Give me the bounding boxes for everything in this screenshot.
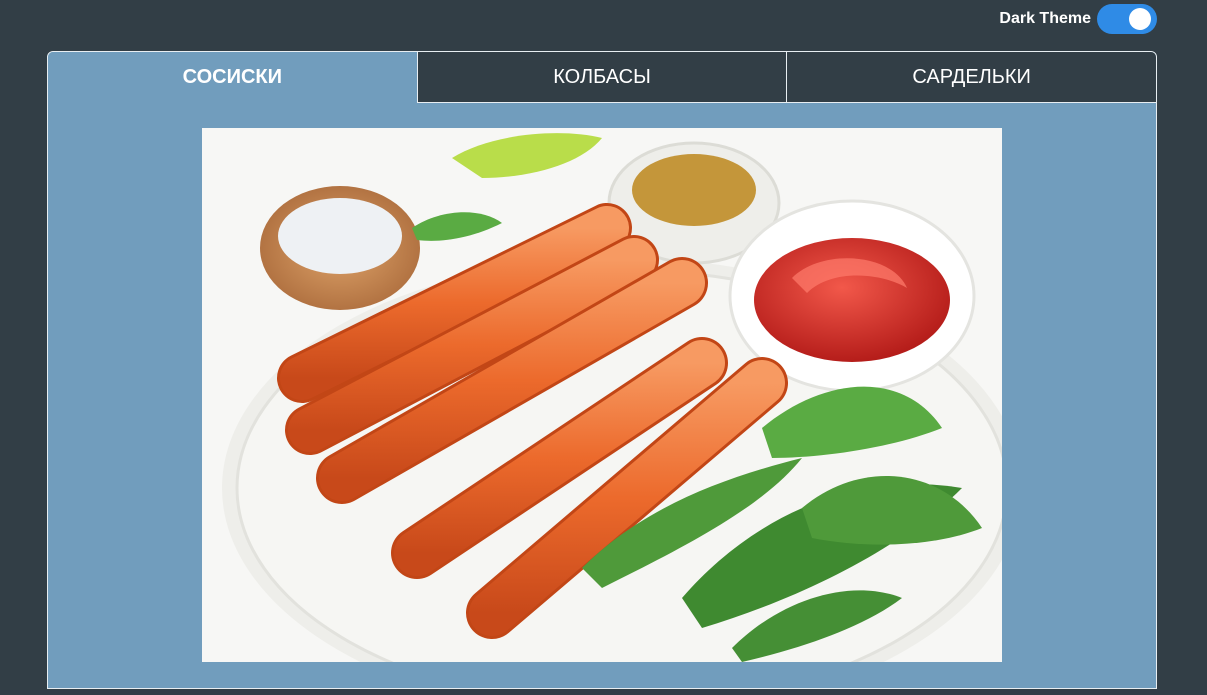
toggle-knob[interactable]	[1129, 8, 1151, 30]
tab-kolbasy[interactable]: КОЛБАСЫ	[417, 52, 787, 103]
tab-bar: СОСИСКИ КОЛБАСЫ САРДЕЛЬКИ	[48, 52, 1156, 103]
top-bar: Dark Theme	[0, 0, 1207, 40]
tab-content	[48, 103, 1156, 688]
sausages-photo	[202, 128, 1002, 662]
tab-sardelki[interactable]: САРДЕЛЬКИ	[786, 52, 1156, 103]
dark-theme-toggle[interactable]: Dark Theme	[999, 4, 1157, 34]
sausages-illustration	[202, 128, 1002, 662]
tab-panel: СОСИСКИ КОЛБАСЫ САРДЕЛЬКИ	[47, 51, 1157, 689]
tab-sosiski[interactable]: СОСИСКИ	[48, 52, 418, 103]
salt-bowl	[260, 186, 420, 310]
dark-theme-label: Dark Theme	[999, 10, 1091, 27]
toggle-switch[interactable]	[1097, 4, 1157, 34]
